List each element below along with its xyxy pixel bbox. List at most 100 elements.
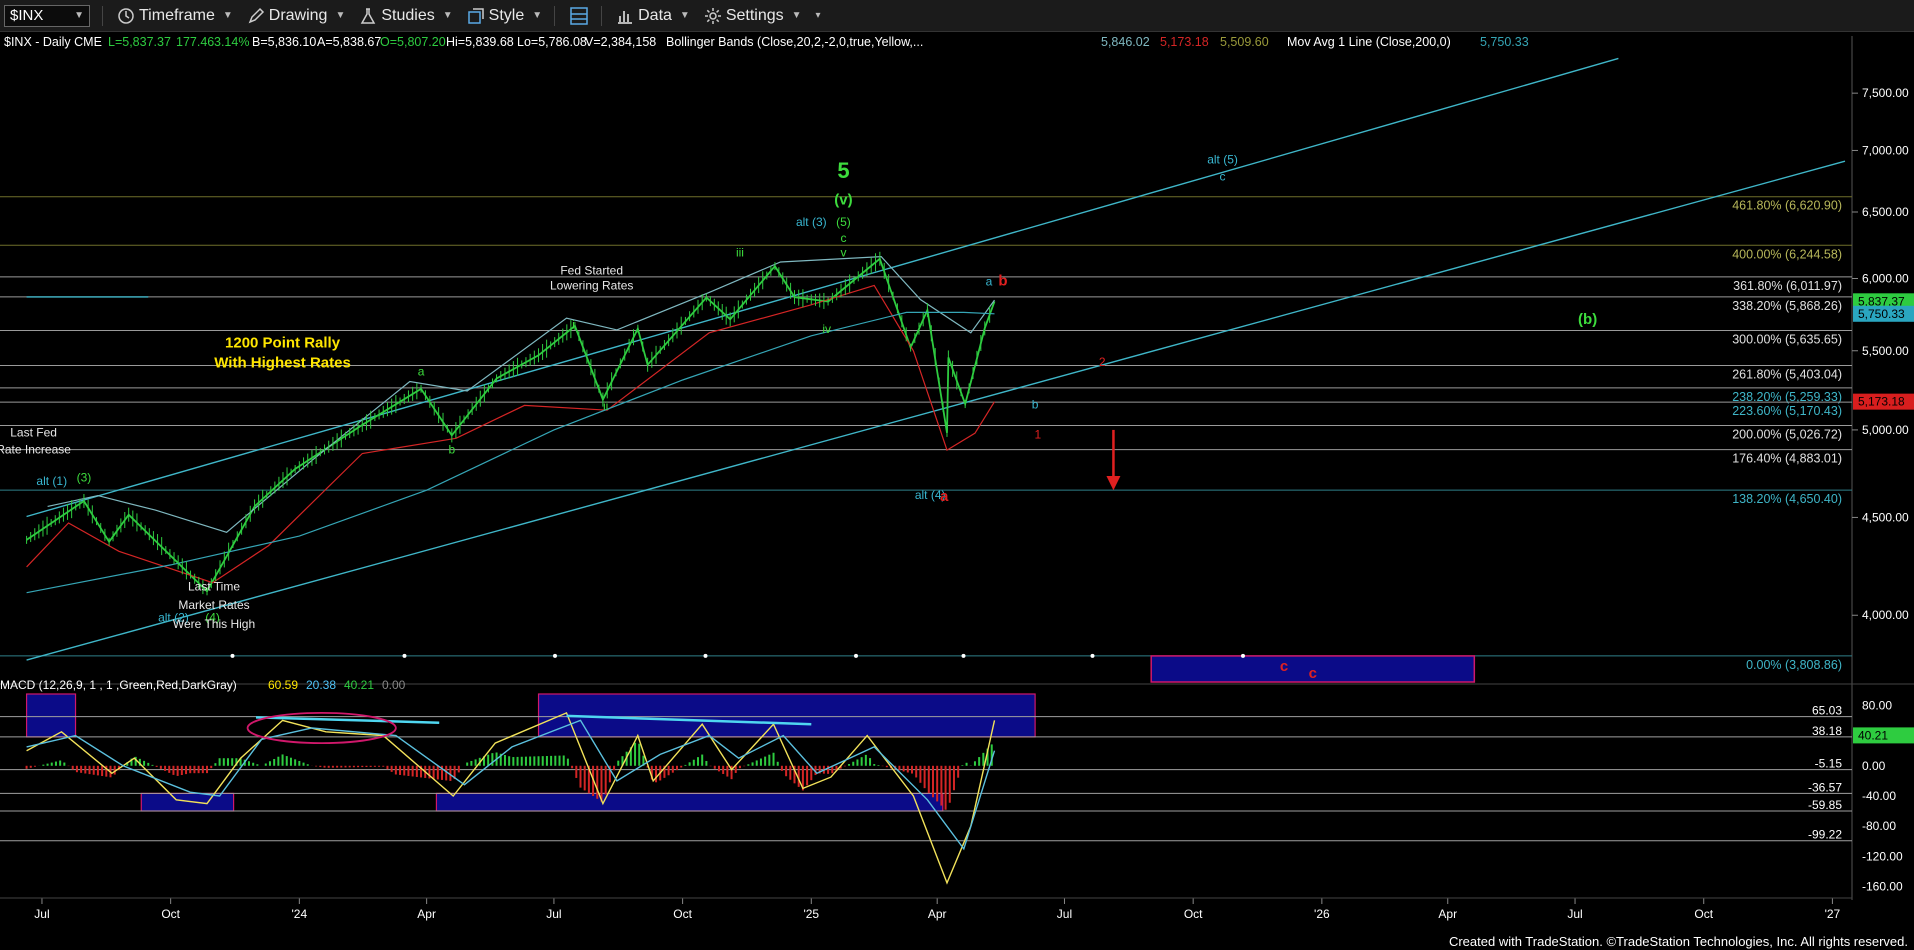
macd-tick-label: -160.00	[1862, 880, 1903, 894]
chart-area[interactable]: 7,500.00 7,000.00 6,500.00 6,000.00 5,500.00…	[0, 32, 1914, 932]
symbol-value: $INX	[10, 7, 44, 24]
copyright-text: Created with TradeStation. ©TradeStation…	[1448, 934, 1908, 949]
wave-label: c	[840, 231, 846, 245]
down-arrow-head	[1106, 476, 1121, 491]
macd-ellipse	[246, 711, 397, 745]
bollinger-upper-value: 5,846.02	[1101, 35, 1150, 49]
toolbar-divider	[554, 5, 556, 26]
wave-label: (3)	[77, 470, 92, 484]
wave-label: a	[986, 274, 993, 288]
fib-level-label: 461.80% (6,620.90)	[1732, 199, 1842, 213]
style-menu[interactable]: Style ▼	[467, 7, 542, 25]
wave-label: Market Rates	[178, 598, 249, 612]
open-price: O=5,807.20	[380, 35, 446, 49]
macd-box	[435, 792, 944, 812]
time-tick-label: Oct	[1694, 907, 1713, 921]
wave-label: (v)	[834, 191, 852, 208]
gear-icon	[704, 7, 721, 24]
studies-label: Studies	[381, 6, 435, 24]
price-tick-label: 4,500.00	[1862, 510, 1909, 524]
ma-label: Mov Avg 1 Line (Close,200,0)	[1287, 35, 1451, 49]
fib-level-label: 261.80% (5,403.04)	[1732, 368, 1842, 382]
time-tick-label: Jul	[1567, 907, 1582, 921]
wave-label: alt (3)	[796, 215, 827, 229]
time-tick-label: Oct	[673, 907, 692, 921]
wave-label: alt (1)	[36, 474, 67, 488]
fib-anchor-dot	[230, 653, 235, 658]
studies-menu[interactable]: Studies ▼	[359, 6, 453, 25]
wave-label: b	[998, 272, 1007, 289]
time-tick-label: '26	[1314, 907, 1330, 921]
symbol-info: $INX - Daily CME	[4, 35, 102, 49]
price-tick-label: 7,500.00	[1862, 86, 1909, 100]
price-tick-label: 7,000.00	[1862, 143, 1909, 157]
macd-level-label: -36.57	[1808, 780, 1842, 794]
fib-level-label: 223.60% (5,170.43)	[1732, 404, 1842, 418]
chevron-down-icon: ▼	[335, 10, 346, 21]
chevron-down-icon: ▼	[532, 10, 543, 21]
macd-box	[537, 693, 1036, 738]
chevron-down-icon: ▼	[679, 10, 690, 21]
target-box-label: c	[1309, 665, 1317, 682]
wave-label: a	[418, 364, 425, 378]
macd-tick-label: -40.00	[1862, 789, 1896, 803]
time-tick-label: '27	[1825, 907, 1841, 921]
macd-tick-label: -80.00	[1862, 819, 1896, 833]
chevron-down-icon: ▼	[791, 10, 802, 21]
wave-annotations: 5(v)(5)cvalt (3)iiiiiiivab(3)(4)alt (1)a…	[0, 153, 1597, 675]
fib-anchor-dot	[402, 653, 407, 658]
fib-level-label: 338.20% (5,868.26)	[1732, 299, 1842, 313]
wave-label: With Highest Rates	[214, 355, 351, 372]
data-menu[interactable]: Data ▼	[616, 7, 690, 25]
symbol-selector[interactable]: $INX ▼	[4, 4, 90, 27]
macd-label: MACD (12,26,9, 1 , 1 ,Green,Red,DarkGray…	[0, 678, 237, 692]
macd-level-label: -5.15	[1815, 757, 1843, 771]
time-tick-label: Oct	[1184, 907, 1203, 921]
fib-level-label: 176.40% (4,883.01)	[1732, 452, 1842, 466]
wave-label: v	[840, 246, 846, 260]
macd-box	[25, 693, 77, 738]
wave-label: i	[572, 317, 575, 331]
trendline	[26, 57, 1619, 518]
price-series	[26, 251, 996, 596]
chart-header: $INX - Daily CME L=5,837.37 177.46 3.14%…	[4, 35, 1529, 49]
fib-level-label: 361.80% (6,011.97)	[1733, 279, 1842, 293]
wave-label: c	[1220, 170, 1226, 184]
wave-label: Lowering Rates	[550, 279, 633, 293]
wave-label: b	[1032, 398, 1039, 412]
macd-level-label: -59.85	[1808, 798, 1842, 812]
macd-tick-label: -120.00	[1862, 849, 1903, 863]
layout-icon	[570, 6, 588, 25]
toolbar-divider	[102, 5, 103, 26]
time-tick-label: Apr	[417, 907, 436, 921]
trendline	[26, 160, 1846, 661]
macd-current-tag-label: 40.21	[1858, 728, 1888, 742]
macd-histogram-value: 40.21	[344, 678, 374, 692]
drawing-menu[interactable]: Drawing ▼	[247, 6, 346, 25]
fib-level-label: 0.00% (3,808.86)	[1746, 658, 1842, 672]
price-tick-label: 5,500.00	[1862, 344, 1909, 358]
settings-menu[interactable]: Settings ▼ ▾	[704, 7, 821, 25]
last-price: L=5,837.37	[108, 35, 171, 49]
drawing-label: Drawing	[268, 6, 328, 24]
price-tick-label: 6,000.00	[1862, 271, 1909, 285]
fib-level-label: 400.00% (6,244.58)	[1732, 247, 1842, 261]
fib-level-label: 300.00% (5,635.65)	[1732, 333, 1842, 347]
wave-label: (b)	[1578, 311, 1597, 328]
macd-signal-value: 20.38	[306, 678, 336, 692]
footer: Created with TradeStation. ©TradeStation…	[0, 932, 1914, 950]
high-price: Hi=5,839.68	[446, 35, 514, 49]
chevron-down-icon: ▼	[442, 10, 453, 21]
style-label: Style	[488, 6, 525, 24]
price-tick-label: 4,000.00	[1862, 608, 1909, 622]
wave-label: 1	[1035, 427, 1042, 441]
layout-button[interactable]	[569, 6, 589, 26]
macd-level-label: 65.03	[1812, 704, 1842, 718]
target-box: c	[230, 429, 1476, 683]
volume: V=2,384,158	[585, 35, 656, 49]
toolbar-divider	[601, 5, 603, 26]
toolbar: $INX ▼ Timeframe ▼ Drawing ▼ Studies ▼ Styl…	[0, 0, 1914, 32]
overflow-chevron-icon: ▾	[815, 10, 821, 21]
timeframe-menu[interactable]: Timeframe ▼	[117, 7, 233, 25]
net-change: 177.46	[176, 35, 214, 49]
